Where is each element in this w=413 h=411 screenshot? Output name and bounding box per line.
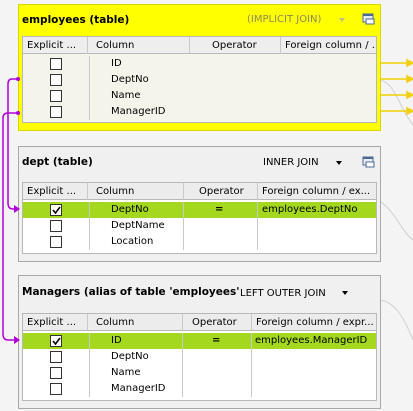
column-name: ID [111, 58, 122, 69]
operator-value[interactable]: = [212, 335, 220, 346]
table-row[interactable]: DeptName [23, 218, 376, 234]
col-column-header: Column [96, 40, 135, 51]
panel-title: Managers (alias of table 'employees' [22, 286, 240, 298]
chevron-down-icon[interactable] [336, 161, 342, 165]
column-name: ID [111, 335, 122, 346]
col-explicit-header: Explicit ... [27, 317, 77, 328]
table-row[interactable]: ManagerID [23, 381, 376, 397]
explicit-checkbox[interactable] [50, 220, 62, 232]
table-row[interactable]: ManagerID [23, 104, 376, 120]
col-explicit-header: Explicit ... [27, 186, 77, 197]
chevron-down-icon[interactable] [339, 18, 345, 22]
column-name: DeptNo [111, 204, 149, 215]
panel-header: dept (table) [19, 147, 380, 177]
column-name: DeptNo [111, 74, 149, 85]
explicit-checkbox[interactable] [50, 58, 62, 70]
col-foreign-header: Foreign column / expr... [256, 317, 374, 328]
col-operator-header: Operator [212, 40, 257, 51]
layout-toggle-icon[interactable] [362, 156, 375, 168]
join-type-dropdown[interactable]: (IMPLICIT JOIN) [247, 14, 321, 25]
table-row[interactable]: DeptNo [23, 349, 376, 365]
checkmark-icon [52, 206, 61, 215]
col-column-header: Column [96, 186, 135, 197]
columns-table: Explicit ... Column Operator Foreign col… [22, 36, 377, 123]
employees-table-panel: employees (table) (IMPLICIT JOIN) Explic… [18, 4, 381, 131]
table-header: Explicit ... Column Operator Foreign col… [23, 314, 376, 331]
table-row[interactable]: DeptNo [23, 72, 376, 88]
foreign-column-value[interactable]: employees.ManagerID [255, 335, 367, 346]
explicit-checkbox[interactable] [50, 351, 62, 363]
join-link-lines [2, 77, 20, 344]
panel-title: dept (table) [22, 156, 93, 168]
panel-header: employees (table) [19, 5, 380, 35]
column-name: Name [111, 90, 141, 101]
col-explicit-header: Explicit ... [27, 40, 77, 51]
table-row[interactable]: Name [23, 365, 376, 381]
column-name: Name [111, 367, 141, 378]
operator-value[interactable]: = [215, 204, 223, 215]
join-type-dropdown[interactable]: INNER JOIN [263, 157, 319, 168]
col-foreign-header: Foreign column / ... [285, 40, 377, 51]
explicit-checkbox[interactable] [50, 90, 62, 102]
table-row[interactable]: DeptNo = employees.DeptNo [23, 202, 376, 218]
columns-table: Explicit ... Column Operator Foreign col… [22, 182, 377, 254]
managers-table-panel: Managers (alias of table 'employees' LEF… [18, 275, 381, 409]
explicit-checkbox[interactable] [50, 383, 62, 395]
table-header: Explicit ... Column Operator Foreign col… [23, 183, 376, 200]
layout-toggle-icon[interactable] [362, 13, 375, 25]
chevron-down-icon[interactable] [342, 291, 348, 295]
explicit-checkbox[interactable] [50, 74, 62, 86]
column-name: DeptNo [111, 351, 149, 362]
table-row[interactable]: ID = employees.ManagerID [23, 333, 376, 349]
foreign-column-value[interactable]: employees.DeptNo [262, 204, 357, 215]
panel-header: Managers (alias of table 'employees' [19, 276, 380, 308]
table-header: Explicit ... Column Operator Foreign col… [23, 37, 376, 54]
table-row[interactable]: Location [23, 234, 376, 250]
col-operator-header: Operator [199, 186, 244, 197]
col-foreign-header: Foreign column / ex... [262, 186, 371, 197]
table-row[interactable]: Name [23, 88, 376, 104]
column-name: Location [111, 236, 154, 247]
explicit-checkbox[interactable] [50, 106, 62, 118]
col-column-header: Column [96, 317, 135, 328]
col-operator-header: Operator [192, 317, 237, 328]
dept-table-panel: dept (table) INNER JOIN Explicit ... Col… [18, 146, 381, 262]
table-row[interactable]: ID [23, 56, 376, 72]
join-type-dropdown[interactable]: LEFT OUTER JOIN [240, 288, 326, 299]
explicit-checkbox[interactable] [50, 236, 62, 248]
output-link-arrows [381, 58, 413, 116]
explicit-checkbox[interactable] [50, 335, 62, 347]
explicit-checkbox[interactable] [50, 204, 62, 216]
columns-table: Explicit ... Column Operator Foreign col… [22, 313, 377, 401]
column-name: DeptName [111, 220, 165, 231]
explicit-checkbox[interactable] [50, 367, 62, 379]
column-name: ManagerID [111, 383, 166, 394]
panel-title: employees (table) [22, 14, 130, 26]
checkmark-icon [52, 337, 61, 346]
column-name: ManagerID [111, 106, 166, 117]
